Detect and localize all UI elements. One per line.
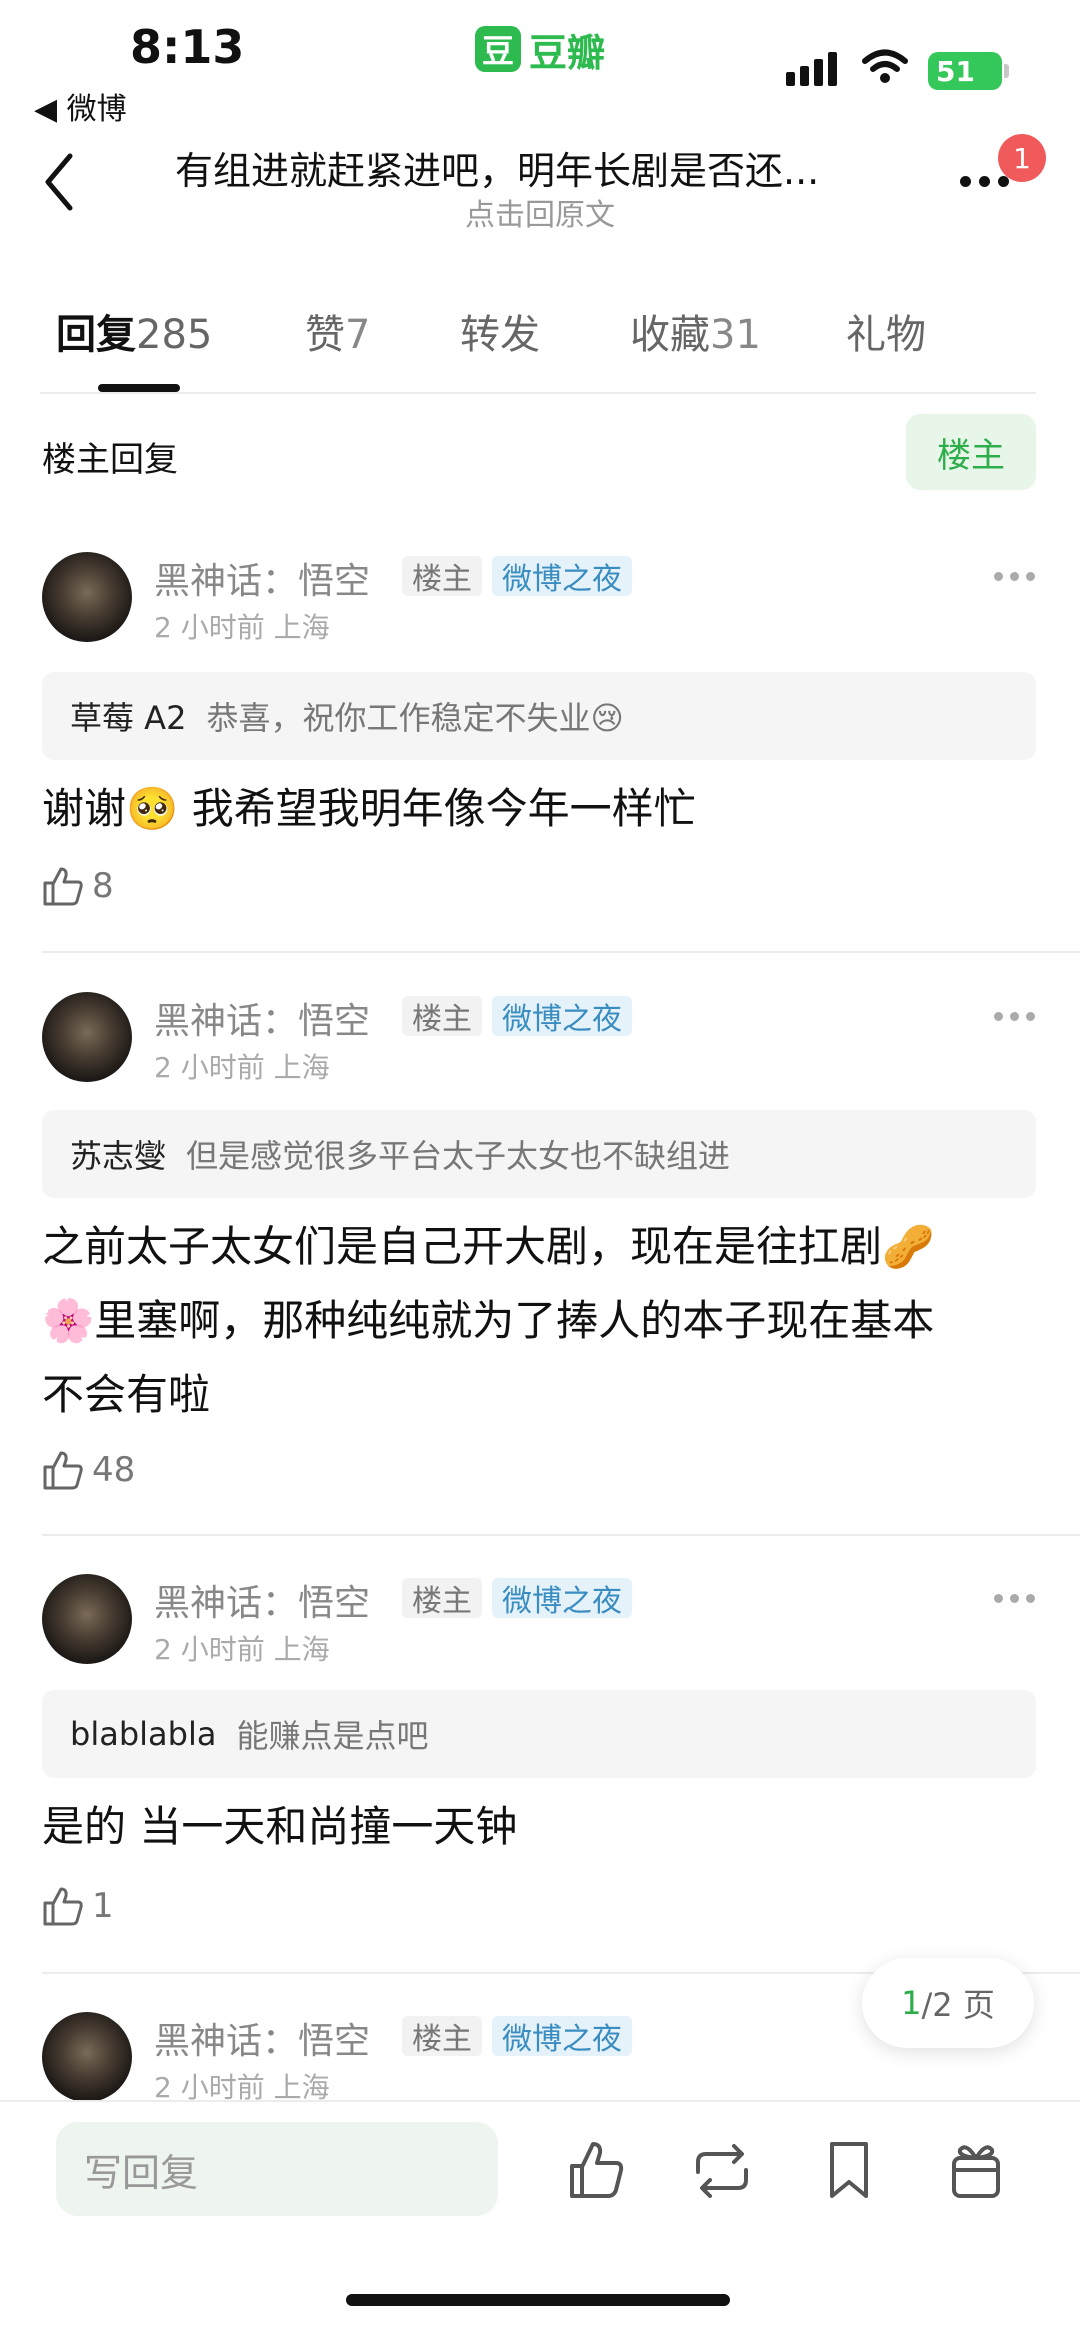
like-count: 8 xyxy=(92,866,114,906)
like-button[interactable]: 1 xyxy=(42,1886,114,1926)
tab-count: 31 xyxy=(710,312,761,358)
tab-replies[interactable]: 回复285 xyxy=(56,302,212,360)
gift-icon[interactable] xyxy=(948,2138,1004,2200)
event-tag: 微博之夜 xyxy=(492,1578,632,1619)
comment-username[interactable]: 黑神话：悟空 xyxy=(154,1574,370,1626)
battery-icon: 51 xyxy=(928,52,1002,90)
tab-favorites[interactable]: 收藏31 xyxy=(630,302,761,360)
owner-filter-button[interactable]: 楼主 xyxy=(906,414,1036,490)
bookmark-icon[interactable] xyxy=(826,2140,872,2200)
comment-username[interactable]: 黑神话：悟空 xyxy=(154,2012,370,2064)
comment-more-icon[interactable] xyxy=(994,1012,1035,1021)
like-button[interactable]: 48 xyxy=(42,1450,135,1490)
owner-tag: 楼主 xyxy=(402,1578,482,1619)
comment-more-icon[interactable] xyxy=(994,1594,1035,1603)
comment-username[interactable]: 黑神话：悟空 xyxy=(154,552,370,604)
avatar[interactable] xyxy=(42,2012,132,2102)
home-indicator xyxy=(346,2294,730,2306)
comment-meta: 2 小时前 上海 xyxy=(154,1633,330,1666)
divider xyxy=(42,1534,1080,1536)
tab-likes[interactable]: 赞7 xyxy=(305,302,370,360)
tab-divider xyxy=(40,392,1036,394)
comment-text: 谢谢🥺 我希望我明年像今年一样忙 xyxy=(42,772,1042,846)
quote-text: 恭喜，祝你工作稳定不失业😢 xyxy=(206,699,624,737)
comment-line: 不会有啦 xyxy=(42,1370,211,1419)
page-title: 有组进就赶紧进吧，明年长剧是否还... xyxy=(175,149,820,193)
like-count: 48 xyxy=(92,1450,136,1490)
comment-line: 之前太子太女们是自己开大剧，现在是往扛剧🥜 xyxy=(42,1222,935,1271)
event-tag: 微博之夜 xyxy=(492,2016,632,2057)
like-button[interactable]: 8 xyxy=(42,866,114,906)
like-count: 1 xyxy=(92,1886,114,1926)
tab-reposts[interactable]: 转发 xyxy=(460,302,540,360)
notification-badge: 1 xyxy=(998,134,1046,182)
quote-text: 但是感觉很多平台太子太女也不缺组进 xyxy=(186,1137,731,1175)
thumbs-up-icon xyxy=(43,1887,83,1926)
repost-icon[interactable] xyxy=(690,2144,754,2198)
quote-text: 能赚点是点吧 xyxy=(236,1717,429,1755)
quoted-reply[interactable]: 草莓 A2 恭喜，祝你工作稳定不失业😢 xyxy=(42,672,1036,760)
cellular-signal-icon xyxy=(786,52,837,86)
divider xyxy=(42,951,1080,953)
section-title: 楼主回复 xyxy=(42,440,178,480)
tab-label: 转发 xyxy=(460,312,540,358)
comment-meta: 2 小时前 上海 xyxy=(154,1051,330,1084)
owner-tag: 楼主 xyxy=(402,2016,482,2057)
comment-meta: 2 小时前 上海 xyxy=(154,611,330,644)
avatar[interactable] xyxy=(42,1574,132,1664)
current-page: 1 xyxy=(901,1984,922,2022)
owner-tag: 楼主 xyxy=(402,556,482,597)
event-tag: 微博之夜 xyxy=(492,556,632,597)
quote-username: 苏志燮 xyxy=(70,1137,167,1175)
comment-text: 是的 当一天和尚撞一天钟 xyxy=(42,1790,1042,1864)
thumbs-up-icon xyxy=(43,1451,83,1490)
app-name: 豆瓣 xyxy=(529,30,606,75)
tab-gifts[interactable]: 礼物 xyxy=(846,302,926,360)
active-tab-indicator xyxy=(98,384,180,392)
comment-line: 🌸里塞啊，那种纯纯就为了捧人的本子现在基本 xyxy=(42,1296,935,1345)
quote-username: blablabla xyxy=(70,1715,217,1753)
quoted-reply[interactable]: blablabla 能赚点是点吧 xyxy=(42,1690,1036,1778)
tab-label: 礼物 xyxy=(846,312,926,358)
page-indicator[interactable]: 1/2 页 xyxy=(862,1958,1034,2048)
battery-cap xyxy=(1004,64,1009,78)
more-options-icon[interactable] xyxy=(960,176,1009,187)
reply-input[interactable]: 写回复 xyxy=(56,2122,498,2216)
comment-meta: 2 小时前 上海 xyxy=(154,2071,330,2100)
tab-label: 回复 xyxy=(56,312,136,358)
wifi-icon xyxy=(862,49,908,83)
app-badge: 豆 豆瓣 xyxy=(475,26,605,75)
comment-more-icon[interactable] xyxy=(994,572,1035,581)
quoted-reply[interactable]: 苏志燮 但是感觉很多平台太子太女也不缺组进 xyxy=(42,1110,1036,1198)
avatar[interactable] xyxy=(42,552,132,642)
owner-tag: 楼主 xyxy=(402,996,482,1037)
page-total: /2 页 xyxy=(921,1986,995,2024)
avatar[interactable] xyxy=(42,992,132,1082)
comment-text: 之前太子太女们是自己开大剧，现在是往扛剧🥜 🌸里塞啊，那种纯纯就为了捧人的本子现… xyxy=(42,1210,1042,1432)
status-time: 8:13 xyxy=(130,20,245,74)
comment-line: 是的 当一天和尚撞一天钟 xyxy=(42,1802,518,1851)
tab-count: 285 xyxy=(136,312,213,358)
quote-username: 草莓 A2 xyxy=(70,699,187,737)
like-icon[interactable] xyxy=(568,2140,624,2200)
back-to-app-link[interactable]: ◀ 微博 xyxy=(34,84,127,128)
thumbs-up-icon xyxy=(43,867,83,906)
tab-label: 赞 xyxy=(305,312,345,358)
back-to-original-link[interactable]: 点击回原文 xyxy=(0,190,1080,234)
tab-bar: 回复285 赞7 转发 收藏31 礼物 xyxy=(0,302,1080,392)
tab-label: 收藏 xyxy=(630,312,710,358)
app-logo-icon: 豆 xyxy=(475,26,521,72)
tab-count: 7 xyxy=(345,312,371,358)
bottom-divider xyxy=(0,2100,1080,2102)
comment-username[interactable]: 黑神话：悟空 xyxy=(154,992,370,1044)
event-tag: 微博之夜 xyxy=(492,996,632,1037)
comment-line: 谢谢🥺 我希望我明年像今年一样忙 xyxy=(42,784,696,833)
